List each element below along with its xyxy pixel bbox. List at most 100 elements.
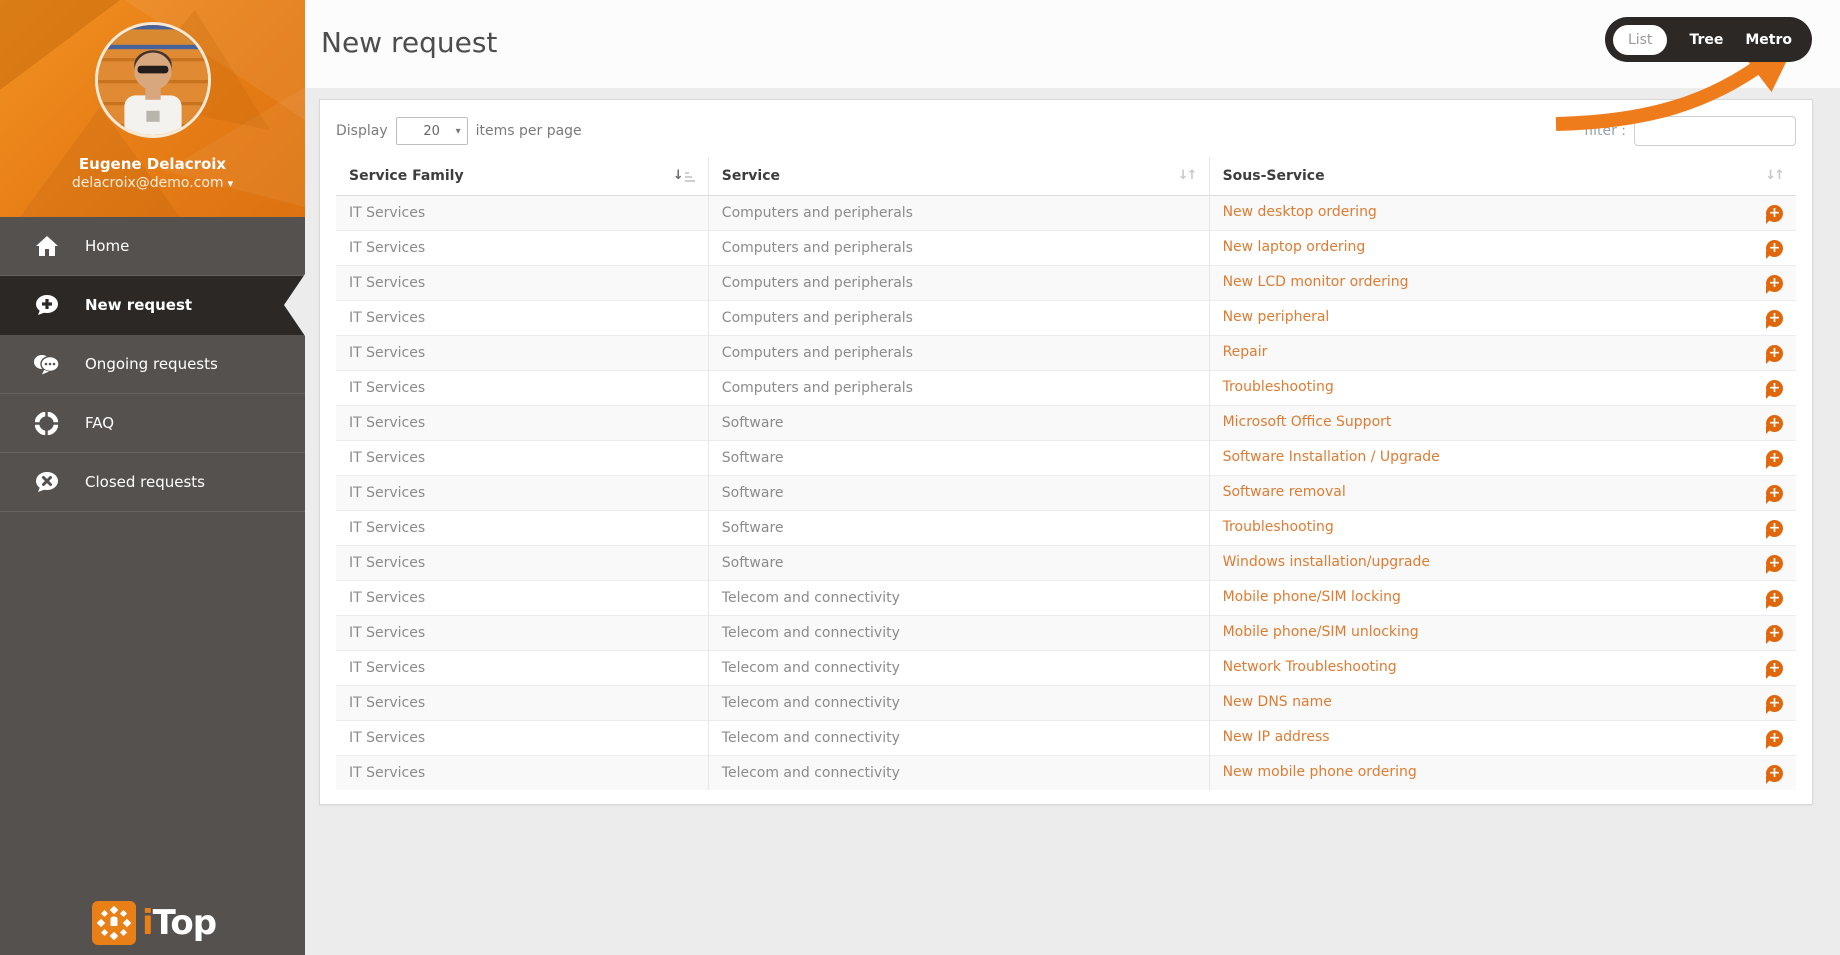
- add-request-icon[interactable]: [1766, 205, 1783, 222]
- sous-service-link[interactable]: Troubleshooting: [1223, 519, 1334, 535]
- sous-service-link[interactable]: Network Troubleshooting: [1223, 659, 1397, 675]
- sous-service-link[interactable]: Repair: [1223, 344, 1268, 360]
- cell-sous-service: Software Installation / Upgrade: [1209, 441, 1796, 476]
- cell-service: Telecom and connectivity: [708, 756, 1209, 791]
- sous-service-link[interactable]: Mobile phone/SIM locking: [1223, 589, 1401, 605]
- sidebar-menu: Home New request: [0, 217, 305, 512]
- cell-sous-service: Network Troubleshooting: [1209, 651, 1796, 686]
- cell-service-family: IT Services: [336, 581, 708, 616]
- table-row: IT Services Computers and peripherals Re…: [336, 336, 1796, 371]
- sous-service-link[interactable]: New peripheral: [1223, 309, 1330, 325]
- sidebar: Eugene Delacroix delacroix@demo.com▾ Hom…: [0, 0, 305, 955]
- filter-input[interactable]: [1634, 116, 1796, 146]
- add-request-icon[interactable]: [1766, 625, 1783, 642]
- cell-service-family: IT Services: [336, 231, 708, 266]
- sidebar-item-closed-requests[interactable]: Closed requests: [0, 453, 305, 512]
- column-header-service-family[interactable]: Service Family ↓: [336, 157, 708, 196]
- sous-service-link[interactable]: Mobile phone/SIM unlocking: [1223, 624, 1419, 640]
- itop-logo: iTop: [92, 901, 216, 945]
- cell-service: Computers and peripherals: [708, 231, 1209, 266]
- filter-label: filter :: [1584, 123, 1626, 139]
- cell-service: Computers and peripherals: [708, 371, 1209, 406]
- cell-service: Software: [708, 511, 1209, 546]
- user-name: Eugene Delacroix: [0, 155, 305, 173]
- sous-service-link[interactable]: Troubleshooting: [1223, 379, 1334, 395]
- table-row: IT Services Computers and peripherals Ne…: [336, 266, 1796, 301]
- cell-sous-service: New IP address: [1209, 721, 1796, 756]
- sous-service-link[interactable]: Windows installation/upgrade: [1223, 554, 1430, 570]
- add-request-icon[interactable]: [1766, 415, 1783, 432]
- cell-service: Software: [708, 546, 1209, 581]
- services-table: Service Family ↓ Service ↓↑ Sous-Service…: [336, 157, 1796, 790]
- sous-service-link[interactable]: New desktop ordering: [1223, 204, 1377, 220]
- sous-service-link[interactable]: New DNS name: [1223, 694, 1332, 710]
- user-profile: Eugene Delacroix delacroix@demo.com▾: [0, 0, 305, 217]
- view-toggle-list[interactable]: List: [1613, 25, 1667, 55]
- add-request-icon[interactable]: [1766, 660, 1783, 677]
- cell-sous-service: Microsoft Office Support: [1209, 406, 1796, 441]
- cell-sous-service: Repair: [1209, 336, 1796, 371]
- sous-service-link[interactable]: Microsoft Office Support: [1223, 414, 1392, 430]
- page-size-select[interactable]: 20 ▾: [396, 117, 468, 145]
- add-request-icon[interactable]: [1766, 345, 1783, 362]
- sous-service-link[interactable]: Software Installation / Upgrade: [1223, 449, 1440, 465]
- sidebar-item-faq[interactable]: FAQ: [0, 394, 305, 453]
- items-per-page-label: items per page: [476, 123, 582, 139]
- cell-service: Software: [708, 406, 1209, 441]
- sous-service-link[interactable]: New mobile phone ordering: [1223, 764, 1417, 780]
- sort-icon: ↓↑: [1178, 168, 1196, 183]
- column-header-service[interactable]: Service ↓↑: [708, 157, 1209, 196]
- cell-service-family: IT Services: [336, 721, 708, 756]
- cell-service-family: IT Services: [336, 686, 708, 721]
- add-request-icon[interactable]: [1766, 450, 1783, 467]
- view-toggle-tree[interactable]: Tree: [1689, 32, 1723, 48]
- add-request-icon[interactable]: [1766, 590, 1783, 607]
- cell-service: Software: [708, 441, 1209, 476]
- cell-sous-service: New DNS name: [1209, 686, 1796, 721]
- table-row: IT Services Computers and peripherals Ne…: [336, 231, 1796, 266]
- add-request-icon[interactable]: [1766, 310, 1783, 327]
- itop-logo-text: iTop: [142, 903, 216, 943]
- view-toggle-metro[interactable]: Metro: [1745, 32, 1792, 48]
- add-request-icon[interactable]: [1766, 765, 1783, 782]
- add-request-icon[interactable]: [1766, 275, 1783, 292]
- cell-service-family: IT Services: [336, 616, 708, 651]
- sidebar-item-label: Ongoing requests: [85, 355, 218, 373]
- main-area: New request List Tree Metro Display 20 ▾: [305, 0, 1840, 955]
- caret-down-icon: ▾: [228, 177, 234, 190]
- itop-logo-icon: [92, 901, 136, 945]
- table-row: IT Services Software Software Installati…: [336, 441, 1796, 476]
- sidebar-item-ongoing-requests[interactable]: Ongoing requests: [0, 335, 305, 394]
- sidebar-item-label: Closed requests: [85, 473, 205, 491]
- closed-requests-icon: [33, 470, 60, 494]
- cell-service-family: IT Services: [336, 651, 708, 686]
- sidebar-item-new-request[interactable]: New request: [0, 276, 305, 335]
- cell-service-family: IT Services: [336, 196, 708, 231]
- add-request-icon[interactable]: [1766, 380, 1783, 397]
- cell-service-family: IT Services: [336, 476, 708, 511]
- add-request-icon[interactable]: [1766, 485, 1783, 502]
- cell-service-family: IT Services: [336, 441, 708, 476]
- faq-icon: [33, 411, 60, 435]
- sidebar-item-home[interactable]: Home: [0, 217, 305, 276]
- column-header-sous-service[interactable]: Sous-Service ↓↑: [1209, 157, 1796, 196]
- add-request-icon[interactable]: [1766, 555, 1783, 572]
- table-row: IT Services Computers and peripherals Tr…: [336, 371, 1796, 406]
- content-panel: Display 20 ▾ items per page filter : Ser…: [319, 99, 1813, 805]
- new-request-icon: [33, 293, 60, 317]
- table-row: IT Services Software Software removal: [336, 476, 1796, 511]
- sous-service-link[interactable]: Software removal: [1223, 484, 1346, 500]
- add-request-icon[interactable]: [1766, 520, 1783, 537]
- add-request-icon[interactable]: [1766, 240, 1783, 257]
- table-row: IT Services Telecom and connectivity New…: [336, 756, 1796, 791]
- sous-service-link[interactable]: New IP address: [1223, 729, 1330, 745]
- sous-service-link[interactable]: New LCD monitor ordering: [1223, 274, 1409, 290]
- add-request-icon[interactable]: [1766, 730, 1783, 747]
- user-menu[interactable]: delacroix@demo.com▾: [0, 175, 305, 191]
- table-row: IT Services Telecom and connectivity Mob…: [336, 616, 1796, 651]
- table-row: IT Services Telecom and connectivity Mob…: [336, 581, 1796, 616]
- sous-service-link[interactable]: New laptop ordering: [1223, 239, 1366, 255]
- add-request-icon[interactable]: [1766, 695, 1783, 712]
- cell-sous-service: Mobile phone/SIM unlocking: [1209, 616, 1796, 651]
- dropdown-arrow-icon: ▾: [456, 126, 461, 137]
